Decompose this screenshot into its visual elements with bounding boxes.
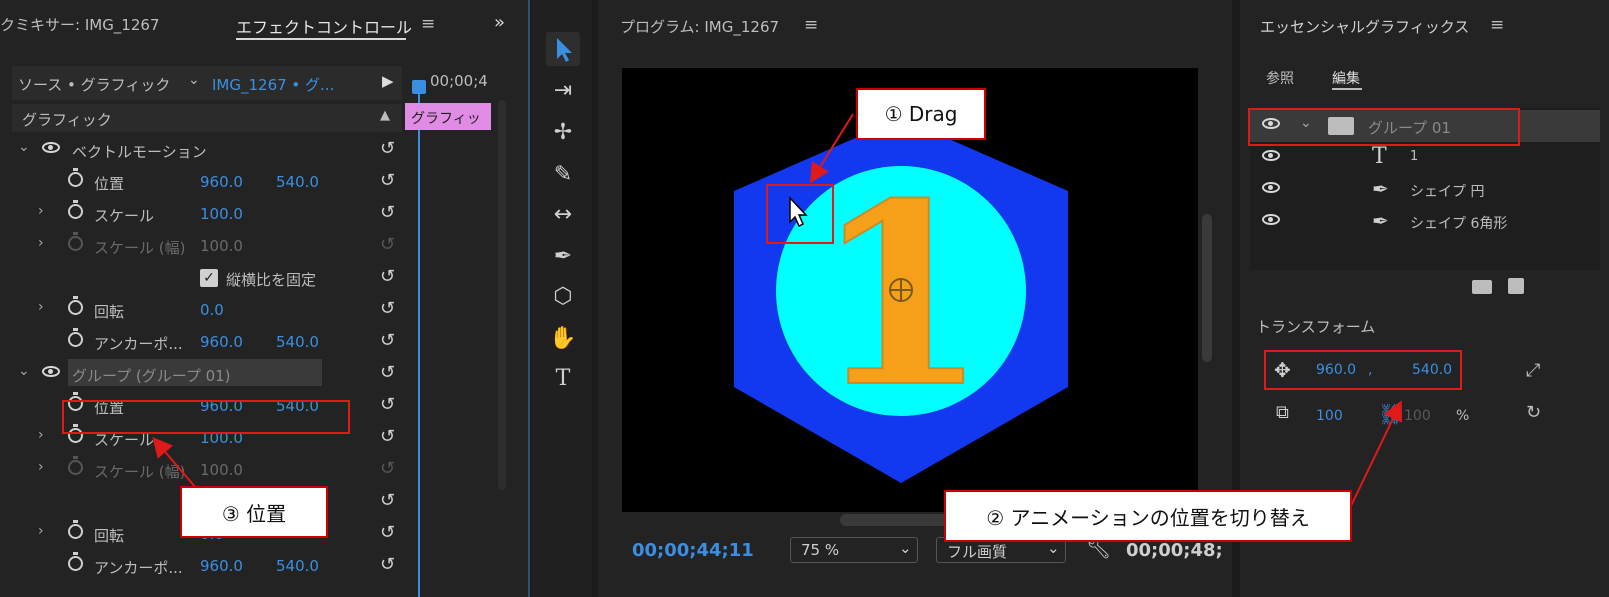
arrow-position [152,436,197,489]
callout-drag: ① Drag [856,88,986,140]
arrow-drag [809,113,854,184]
callout-toggle: ② アニメーションの位置を切り替え [944,490,1352,542]
arrow-toggle [1349,400,1403,509]
callout-position: ③ 位置 [180,486,328,538]
